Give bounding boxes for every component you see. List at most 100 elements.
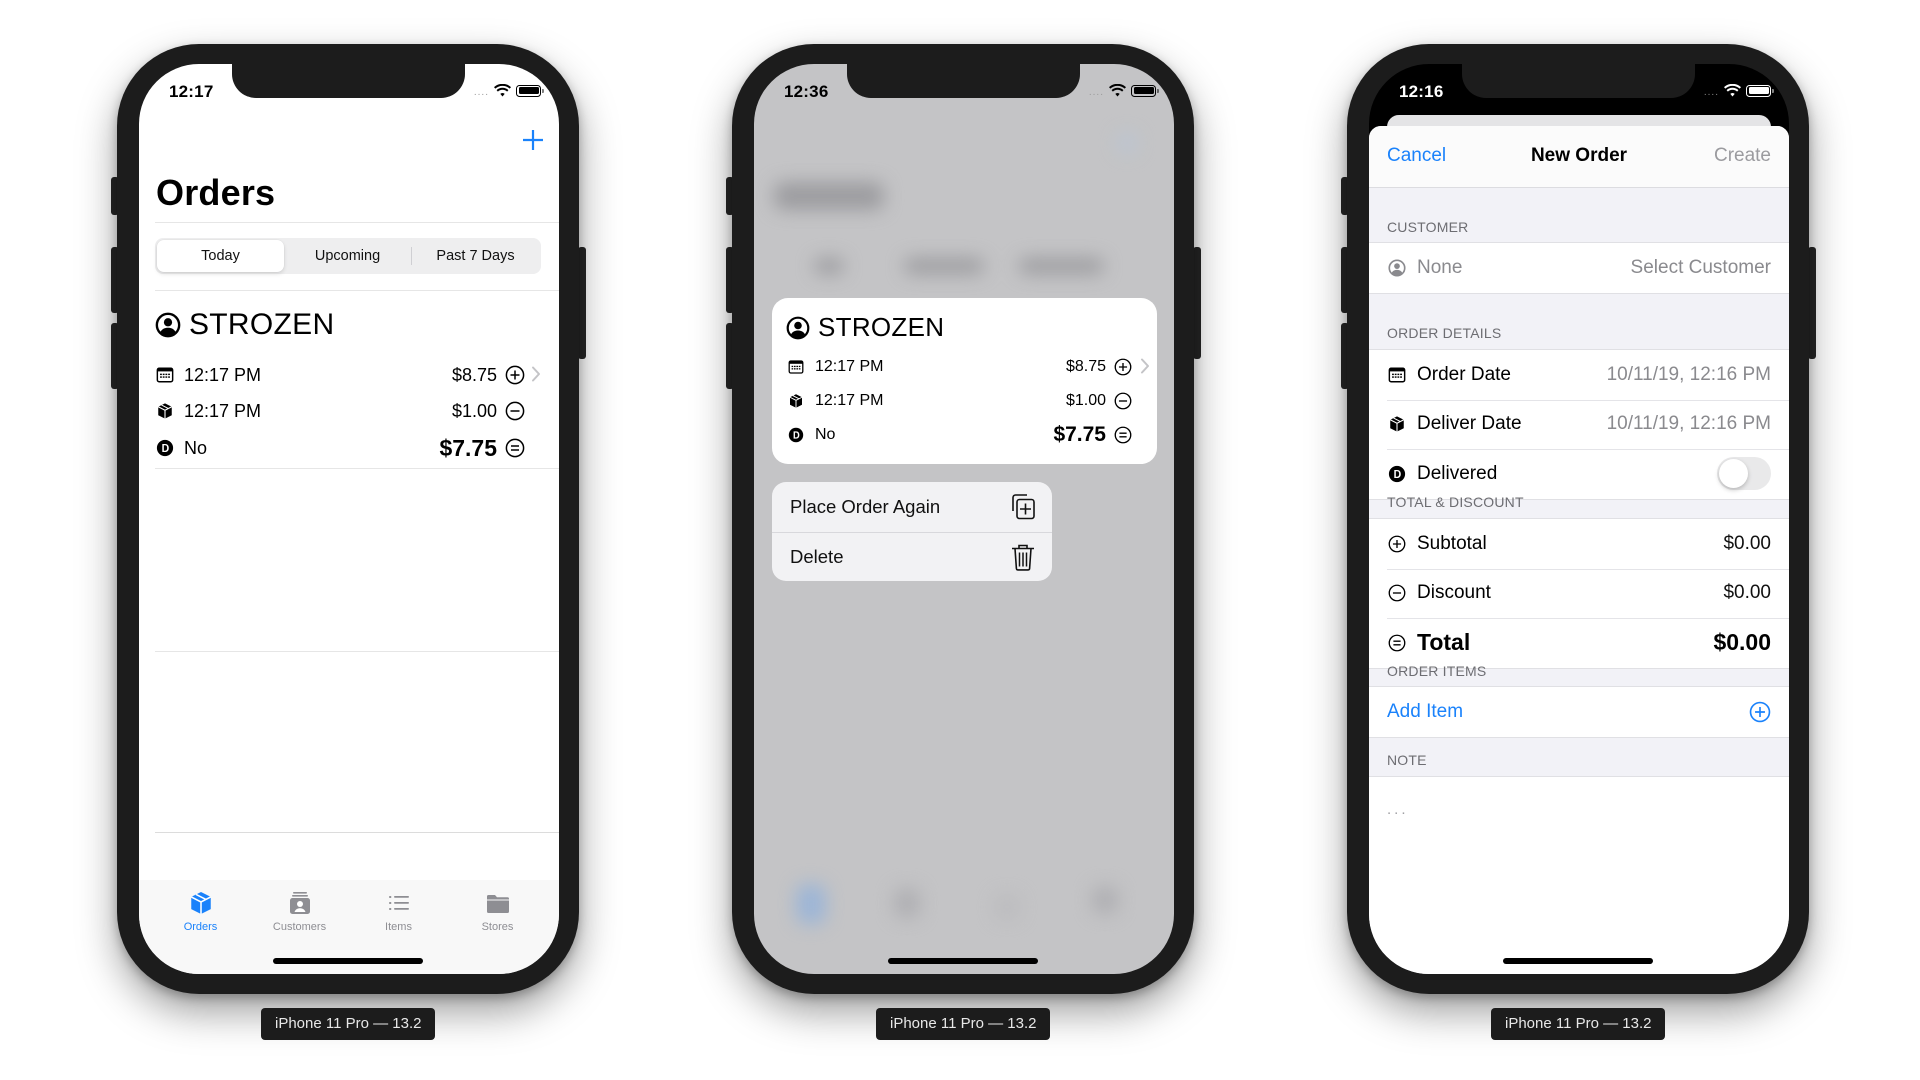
- customer-name: STROZEN: [189, 308, 335, 341]
- segment-past-7-days[interactable]: Past 7 Days: [412, 240, 539, 272]
- blurred-segment: [1019, 258, 1104, 274]
- delivered-row: No $7.75: [155, 435, 525, 461]
- order-date-row[interactable]: Order Date 10/11/19, 12:16 PM: [1369, 350, 1789, 400]
- status-icons: ....: [1088, 84, 1159, 98]
- screen: 12:36 .... STROZEN 12:17 PM $8.75 12:17 …: [754, 64, 1174, 974]
- blurred-tab: [1092, 886, 1118, 914]
- screen: 12:16 .... Cancel New Order Create CUSTO…: [1369, 64, 1789, 974]
- device-orders-list: 12:17 .... Orders Today Upcoming Past 7 …: [111, 44, 586, 994]
- plus-circle-icon: [1114, 358, 1132, 376]
- tab-stores[interactable]: Stores: [448, 880, 547, 974]
- menu-item-delete[interactable]: Delete: [772, 531, 1052, 582]
- person-circle-icon: [786, 316, 810, 340]
- cube-box-icon: [1388, 415, 1406, 433]
- menu-item-label: Place Order Again: [790, 495, 941, 517]
- order-list-item[interactable]: STROZEN 12:17 PM $8.75 12:17 PM $1.00 No…: [155, 308, 541, 461]
- plus-circle-icon[interactable]: [1749, 701, 1771, 723]
- minus-circle-icon: [1388, 584, 1406, 602]
- order-time: 12:17 PM: [815, 358, 884, 375]
- device-new-order: 12:16 .... Cancel New Order Create CUSTO…: [1341, 44, 1816, 994]
- notch: [232, 64, 465, 98]
- order-list-item: STROZEN 12:17 PM $8.75 12:17 PM $1.00 No: [786, 312, 1150, 452]
- blurred-tab: [994, 894, 1020, 920]
- subtotal-value: $8.75: [1065, 358, 1106, 375]
- battery-icon: [1746, 84, 1774, 97]
- tab-label: Stores: [481, 921, 514, 933]
- blurred-tab: [796, 884, 826, 924]
- section-header-order-details: ORDER DETAILS: [1387, 325, 1502, 341]
- add-item-button[interactable]: Add Item: [1387, 701, 1749, 723]
- section-header-customer: CUSTOMER: [1387, 219, 1469, 235]
- power-button: [1193, 247, 1201, 359]
- tab-label: Items: [385, 921, 412, 933]
- notch: [1462, 64, 1695, 98]
- calendar-icon: [1388, 366, 1406, 384]
- notch: [847, 64, 1080, 98]
- home-indicator[interactable]: [1503, 958, 1653, 964]
- create-button[interactable]: Create: [1714, 145, 1771, 167]
- add-item-row[interactable]: Add Item: [1369, 687, 1789, 737]
- wifi-icon: [1724, 84, 1741, 97]
- blurred-segment: [904, 258, 984, 274]
- note-field[interactable]: ...: [1369, 776, 1789, 974]
- status-time: 12:36: [784, 82, 829, 101]
- blurred-title: [774, 182, 884, 210]
- minus-circle-icon: [1114, 392, 1132, 410]
- subtotal-value: $0.00: [1723, 532, 1771, 554]
- trash-icon: [1012, 544, 1034, 571]
- chevron-right-icon: [1140, 358, 1150, 374]
- delivered-row: No $7.75: [786, 422, 1132, 448]
- deliver-date-label: Deliver Date: [1417, 413, 1522, 435]
- menu-item-label: Delete: [790, 545, 844, 567]
- note-placeholder: ...: [1387, 801, 1409, 818]
- context-menu: Place Order Again Delete: [772, 482, 1052, 581]
- d-circle-icon: [1388, 465, 1406, 483]
- calendar-icon: [788, 359, 804, 375]
- divider: [155, 468, 559, 469]
- total-row: Total $0.00: [1369, 618, 1789, 668]
- d-circle-icon: [788, 427, 804, 443]
- segment-today[interactable]: Today: [157, 240, 284, 272]
- minus-circle-icon: [505, 401, 525, 421]
- discount-value: $1.00: [1065, 392, 1106, 409]
- discount-row[interactable]: Discount $0.00: [1369, 568, 1789, 619]
- customer-group: None Select Customer: [1369, 242, 1789, 294]
- battery-icon: [1131, 84, 1159, 97]
- status-time: 12:17: [169, 82, 214, 101]
- new-order-sheet: Cancel New Order Create CUSTOMER None Se…: [1369, 126, 1789, 974]
- tab-orders[interactable]: Orders: [151, 880, 250, 974]
- discount-label: Discount: [1417, 582, 1491, 604]
- tab-label: Customers: [272, 921, 327, 933]
- plus-circle-icon: [505, 365, 525, 385]
- deliver-date-value: 10/11/19, 12:16 PM: [1606, 413, 1771, 435]
- cube-box-icon: [788, 393, 804, 409]
- plus-icon[interactable]: [521, 128, 545, 152]
- deliver-date-row[interactable]: Deliver Date 10/11/19, 12:16 PM: [1369, 399, 1789, 450]
- screen: 12:17 .... Orders Today Upcoming Past 7 …: [139, 64, 559, 974]
- delivered-toggle[interactable]: [1717, 457, 1771, 491]
- order-preview-card[interactable]: STROZEN 12:17 PM $8.75 12:17 PM $1.00 No: [772, 298, 1157, 464]
- signal-icon: ....: [1088, 86, 1104, 98]
- home-indicator[interactable]: [273, 958, 423, 964]
- divider: [155, 222, 559, 223]
- section-header-note: NOTE: [1387, 752, 1427, 768]
- subtotal-row: Subtotal $0.00: [1369, 519, 1789, 569]
- blurred-tab: [894, 888, 920, 918]
- wifi-icon: [1109, 84, 1126, 97]
- order-details-group: Order Date 10/11/19, 12:16 PM Deliver Da…: [1369, 349, 1789, 500]
- home-indicator[interactable]: [888, 958, 1038, 964]
- divider: [155, 290, 559, 291]
- select-customer-row[interactable]: None Select Customer: [1369, 243, 1789, 293]
- divider: [155, 651, 559, 652]
- total-discount-group: Subtotal $0.00 Discount $0.00 Total $0.0…: [1369, 518, 1789, 669]
- discount-value: $0.00: [1723, 582, 1771, 604]
- chevron-right-icon: [531, 366, 541, 382]
- section-header-total-discount: TOTAL & DISCOUNT: [1387, 494, 1524, 510]
- navigation-bar: Cancel New Order Create: [1369, 126, 1789, 188]
- segment-upcoming[interactable]: Upcoming: [284, 240, 411, 272]
- menu-item-place-order-again[interactable]: Place Order Again: [772, 482, 1052, 532]
- delivered-status: No: [815, 426, 836, 443]
- d-circle-icon: [156, 439, 174, 457]
- date-filter-segmented-control[interactable]: Today Upcoming Past 7 Days: [155, 238, 541, 274]
- order-date-row: 12:17 PM $8.75: [155, 362, 525, 388]
